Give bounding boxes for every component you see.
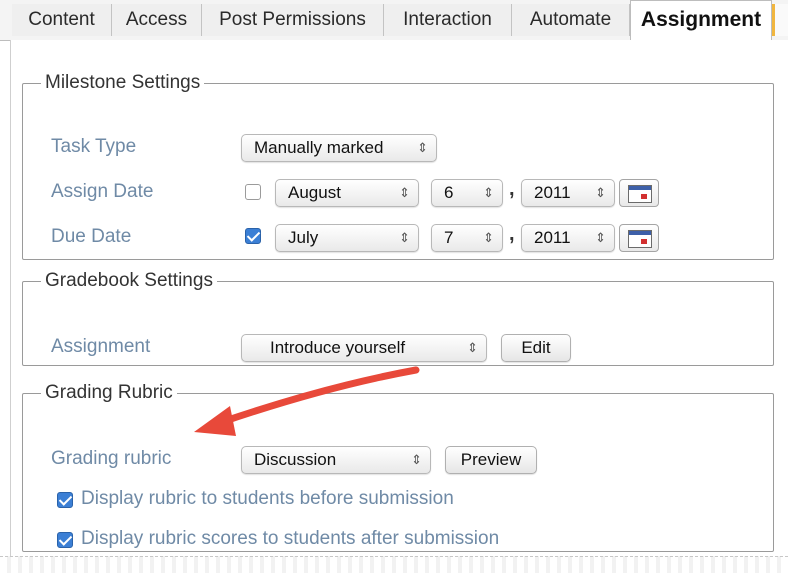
due-date-checkbox[interactable] bbox=[245, 228, 261, 244]
updown-arrow-icon: ⇕ bbox=[399, 230, 410, 245]
milestone-settings-legend: Milestone Settings bbox=[45, 72, 201, 93]
calendar-icon[interactable] bbox=[619, 179, 659, 207]
grading-rubric-select[interactable]: Discussion ⇕ bbox=[241, 446, 431, 474]
updown-arrow-icon: ⇕ bbox=[411, 452, 422, 467]
tab-automate[interactable]: Automate bbox=[512, 4, 630, 36]
updown-arrow-icon: ⇕ bbox=[595, 230, 606, 245]
assign-year-select[interactable]: 2011 ⇕ bbox=[521, 179, 615, 207]
tab-overflow-edge bbox=[772, 4, 788, 36]
task-type-label: Task Type bbox=[51, 136, 137, 157]
assign-day-select[interactable]: 6 ⇕ bbox=[431, 179, 503, 207]
display-rubric-before-checkbox[interactable] bbox=[57, 492, 73, 508]
due-month-select[interactable]: July ⇕ bbox=[275, 224, 419, 252]
date-separator: , bbox=[509, 223, 515, 245]
gradebook-settings-fieldset: Gradebook Settings Assignment Introduce … bbox=[22, 270, 774, 366]
edit-button[interactable]: Edit bbox=[501, 334, 571, 362]
assign-month-select[interactable]: August ⇕ bbox=[275, 179, 419, 207]
date-separator: , bbox=[509, 178, 515, 200]
assignment-select[interactable]: Introduce yourself ⇕ bbox=[241, 334, 487, 362]
assignment-label: Assignment bbox=[51, 336, 151, 357]
assign-date-checkbox[interactable] bbox=[245, 184, 261, 200]
display-scores-after-label: Display rubric scores to students after … bbox=[81, 528, 500, 549]
updown-arrow-icon: ⇕ bbox=[483, 230, 494, 245]
due-date-label: Due Date bbox=[51, 226, 132, 247]
tab-access[interactable]: Access bbox=[112, 4, 202, 36]
display-rubric-before-label: Display rubric to students before submis… bbox=[81, 488, 454, 509]
preview-button[interactable]: Preview bbox=[445, 446, 537, 474]
milestone-settings-fieldset: Milestone Settings Task Type Manually ma… bbox=[22, 72, 774, 260]
updown-arrow-icon: ⇕ bbox=[595, 185, 606, 200]
assign-year-value: 2011 bbox=[534, 183, 571, 202]
due-day-select[interactable]: 7 ⇕ bbox=[431, 224, 503, 252]
due-month-value: July bbox=[288, 228, 319, 247]
tab-content[interactable]: Content bbox=[12, 4, 112, 36]
torn-edge bbox=[0, 556, 788, 573]
task-type-value: Manually marked bbox=[254, 138, 384, 157]
grading-rubric-value: Discussion bbox=[254, 450, 337, 469]
updown-arrow-icon: ⇕ bbox=[483, 185, 494, 200]
tab-bar: Content Access Post Permissions Interact… bbox=[0, 0, 788, 41]
display-scores-after-checkbox[interactable] bbox=[57, 532, 73, 548]
grading-rubric-label: Grading rubric bbox=[51, 448, 172, 469]
tab-post-permissions[interactable]: Post Permissions bbox=[202, 4, 384, 36]
updown-arrow-icon: ⇕ bbox=[399, 185, 410, 200]
calendar-icon[interactable] bbox=[619, 224, 659, 252]
red-arrow-annotation bbox=[194, 366, 420, 436]
updown-arrow-icon: ⇕ bbox=[417, 140, 428, 155]
assign-day-value: 6 bbox=[444, 183, 454, 202]
task-type-select[interactable]: Manually marked ⇕ bbox=[241, 134, 437, 162]
tab-interaction[interactable]: Interaction bbox=[384, 4, 512, 36]
assign-month-value: August bbox=[288, 183, 341, 202]
due-day-value: 7 bbox=[444, 228, 454, 247]
updown-arrow-icon: ⇕ bbox=[467, 340, 478, 355]
due-year-value: 2011 bbox=[534, 228, 571, 247]
assign-date-label: Assign Date bbox=[51, 181, 154, 202]
due-year-select[interactable]: 2011 ⇕ bbox=[521, 224, 615, 252]
gradebook-settings-legend: Gradebook Settings bbox=[45, 270, 213, 291]
tab-assignment[interactable]: Assignment bbox=[630, 0, 772, 41]
grading-rubric-legend: Grading Rubric bbox=[45, 382, 173, 403]
assignment-value: Introduce yourself bbox=[270, 338, 406, 357]
